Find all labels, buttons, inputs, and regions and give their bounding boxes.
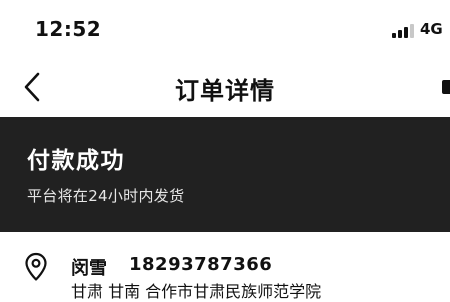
more-icon[interactable] [442, 80, 450, 94]
signal-strength-icon [392, 23, 416, 38]
location-pin-icon [25, 252, 47, 281]
order-status-banner: 付款成功 平台将在24小时内发货 [0, 117, 450, 232]
address-line: 甘肃 甘南 合作市甘肃民族师范学院 [71, 282, 322, 301]
signal-bar [398, 30, 402, 38]
status-time: 12:52 [35, 17, 102, 41]
order-status-title: 付款成功 [27, 148, 125, 174]
navigation-bar: 订单详情 [0, 58, 450, 116]
recipient-phone: 18293787366 [129, 254, 273, 275]
network-type: 4G [420, 20, 443, 38]
page-title: 订单详情 [175, 77, 275, 105]
signal-bar [410, 24, 414, 38]
status-bar: 12:52 4G [0, 0, 450, 56]
order-status-subtitle: 平台将在24小时内发货 [27, 187, 185, 205]
shipping-address[interactable]: 闵雪 18293787366 甘肃 甘南 合作市甘肃民族师范学院 [0, 232, 450, 301]
signal-bar [392, 33, 396, 38]
signal-bar [404, 27, 408, 38]
recipient-name: 闵雪 [71, 258, 107, 279]
